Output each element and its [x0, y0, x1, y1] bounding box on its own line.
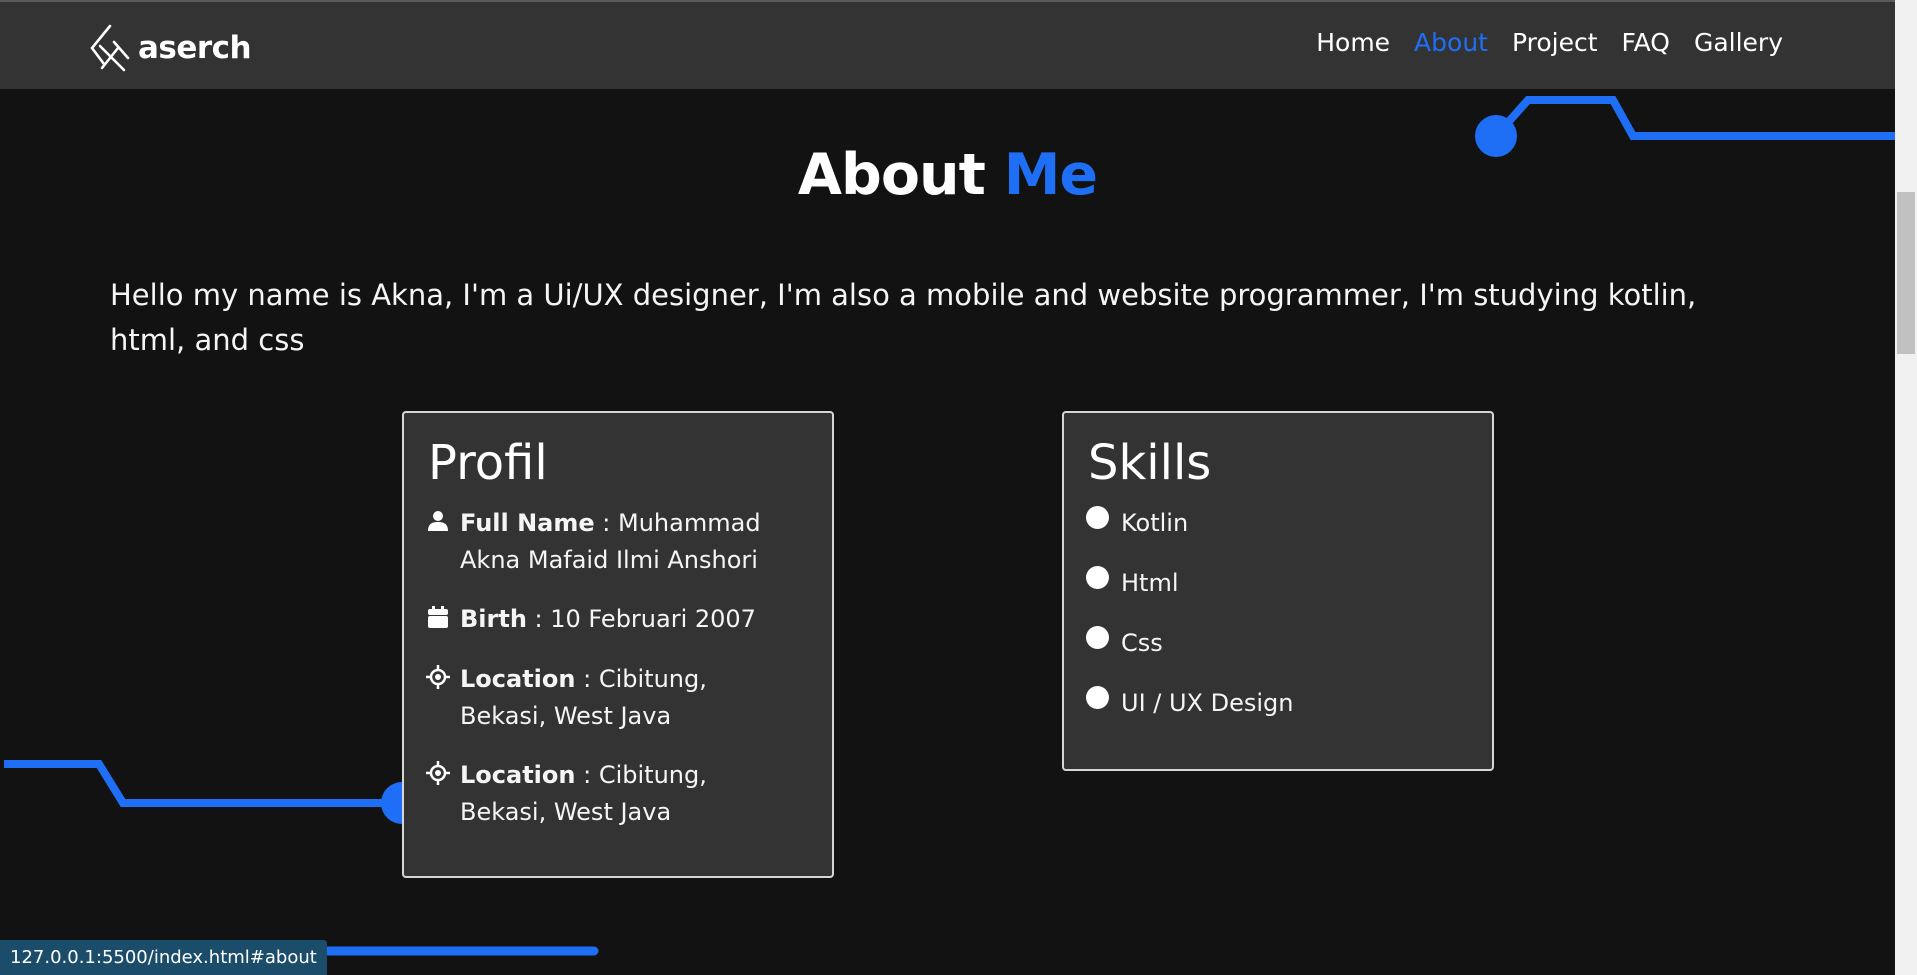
about-intro: Hello my name is Akna, I'm a Ui/UX desig… — [110, 278, 1697, 357]
skill-label: Kotlin — [1121, 509, 1189, 537]
scrollbar-track[interactable] — [1895, 0, 1917, 975]
skill-label: UI / UX Design — [1121, 689, 1294, 717]
profil-row-birth: Birth : 10 Februari 2007 — [426, 601, 800, 638]
skill-item: UI / UX Design — [1086, 685, 1294, 722]
nav-gallery[interactable]: Gallery — [1694, 28, 1783, 57]
fullname-sep: : — [594, 509, 619, 537]
location-target-icon — [426, 761, 450, 785]
profil-title: Profil — [428, 435, 548, 491]
bullet-icon — [1086, 626, 1109, 649]
profil-row-fullname: Full Name : Muhammad Akna Mafaid Ilmi An… — [426, 505, 800, 579]
profil-row-location-1: Location : Cibitung, Bekasi, West Java — [426, 661, 800, 735]
brand-name: aserch — [138, 30, 252, 66]
skill-item: Css — [1086, 625, 1163, 662]
birth-sep: : — [526, 605, 551, 633]
profil-card: Profil Full Name : Muhammad Akna Mafaid … — [402, 411, 834, 878]
profil-row-location-2: Location : Cibitung, Bekasi, West Java — [426, 757, 800, 831]
nav-about[interactable]: About — [1414, 28, 1488, 57]
about-title-accent: Me — [1003, 142, 1098, 208]
birth-label: Birth — [460, 605, 527, 633]
brand-logo[interactable]: aserch — [88, 24, 252, 72]
fullname-label: Full Name — [460, 509, 595, 537]
skill-label: Html — [1121, 569, 1179, 597]
location-target-icon — [426, 665, 450, 689]
location-sep: : — [575, 761, 599, 789]
location-label: Location — [460, 665, 576, 693]
nav-home[interactable]: Home — [1316, 28, 1390, 57]
nav-faq[interactable]: FAQ — [1622, 28, 1670, 57]
location-sep: : — [575, 665, 599, 693]
skill-item: Html — [1086, 565, 1179, 602]
skills-title: Skills — [1088, 435, 1212, 491]
bullet-icon — [1086, 506, 1109, 529]
aserch-logo-icon — [90, 24, 130, 72]
bullet-icon — [1086, 686, 1109, 709]
skill-label: Css — [1121, 629, 1163, 657]
about-title: About Me — [0, 142, 1895, 208]
skill-item: Kotlin — [1086, 505, 1188, 542]
user-icon — [428, 511, 448, 531]
status-bar-url: 127.0.0.1:5500/index.html#about — [0, 940, 327, 975]
about-title-main: About — [797, 142, 986, 208]
main-nav: Home About Project FAQ Gallery — [1316, 28, 1783, 57]
birth-value: 10 Februari 2007 — [550, 605, 756, 633]
calendar-icon — [428, 606, 448, 628]
nav-project[interactable]: Project — [1512, 28, 1598, 57]
location-label: Location — [460, 761, 576, 789]
navbar: aserch Home About Project FAQ Gallery — [0, 0, 1895, 89]
skills-card: Skills Kotlin Html Css UI / UX Design — [1062, 411, 1494, 771]
scrollbar-thumb[interactable] — [1897, 192, 1915, 354]
bullet-icon — [1086, 566, 1109, 589]
